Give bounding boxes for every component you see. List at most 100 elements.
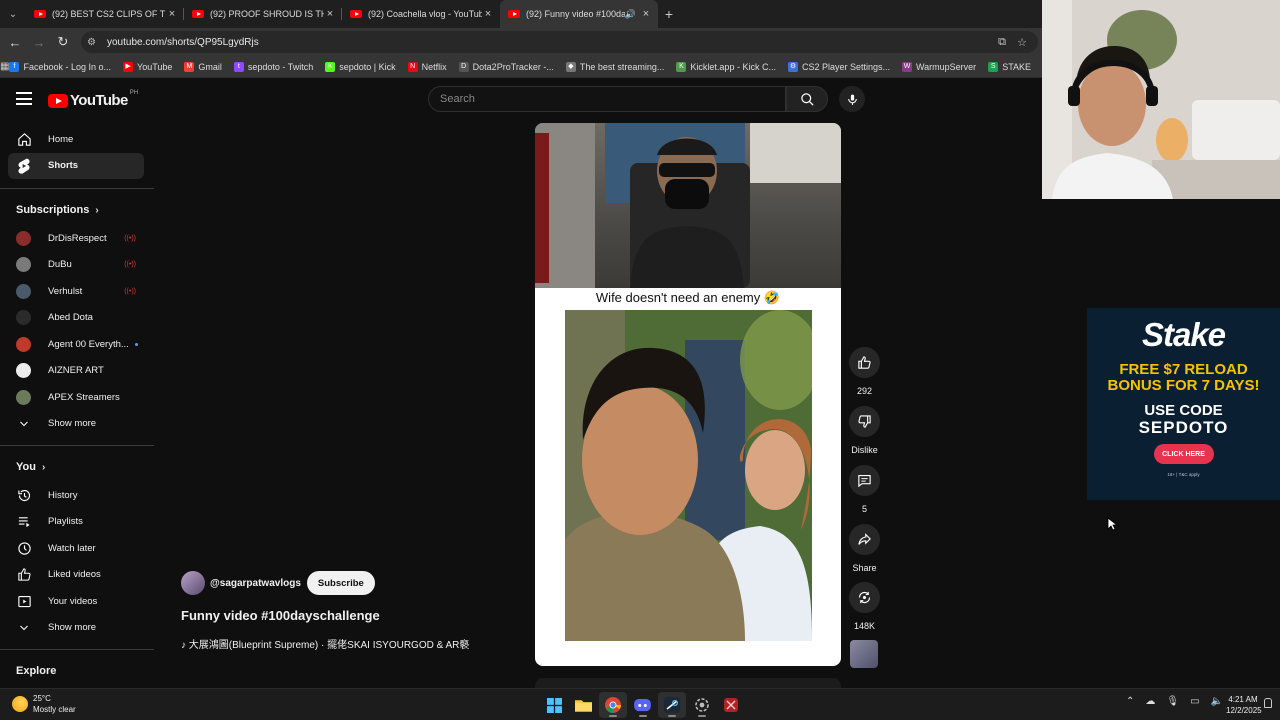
subscription-item[interactable]: Agent 00 Everyth... xyxy=(0,331,154,358)
country-code: PH xyxy=(129,89,139,96)
subscribe-label: Subscribe xyxy=(317,577,364,589)
browser-tab[interactable]: (92) BEST CS2 CLIPS OF THE WE × xyxy=(26,0,184,28)
subscribe-button[interactable]: Subscribe xyxy=(306,571,375,595)
browser-tab[interactable]: (92) Coachella vlog - YouTube × xyxy=(342,0,500,28)
close-tab-icon[interactable]: × xyxy=(324,8,336,20)
bookmark-star-icon[interactable]: ☆ xyxy=(1012,36,1032,49)
sidebar-item-liked-videos[interactable]: Liked videos xyxy=(0,562,154,589)
bookmark-item[interactable]: t sepdoto - Twitch xyxy=(233,61,314,72)
running-indicator xyxy=(638,715,647,717)
url-bar[interactable]: ⚙ youtube.com/shorts/QP95LgydRjs ⧉ ☆ xyxy=(81,31,1038,53)
sidebar-item-home[interactable]: Home xyxy=(0,126,154,153)
settings-button[interactable] xyxy=(688,692,716,718)
close-tab-icon[interactable]: × xyxy=(166,8,178,20)
close-tab-icon[interactable]: × xyxy=(482,8,494,20)
volume-icon[interactable]: 🔈 xyxy=(1211,696,1223,707)
bookmark-item[interactable]: M Gmail xyxy=(184,61,222,72)
file-explorer-button[interactable] xyxy=(570,692,598,718)
bookmark-item[interactable]: S STAKE xyxy=(988,61,1031,72)
bookmark-item[interactable]: K Kicklet.app - Kick C... xyxy=(676,61,776,72)
share-button-circle[interactable] xyxy=(849,524,880,555)
bookmark-item[interactable]: ▶ YouTube xyxy=(123,61,173,72)
bookmark-label: CS2 Player Settings... xyxy=(801,61,890,72)
comments-button-circle[interactable] xyxy=(849,465,880,496)
close-tab-icon[interactable]: × xyxy=(640,8,652,20)
bookmark-label: sepdoto - Twitch xyxy=(247,61,314,72)
subscription-item[interactable]: DrDisRespect ((•)) xyxy=(0,225,154,252)
channel-name[interactable]: @sagarpatwavlogs xyxy=(210,578,301,589)
search-button[interactable] xyxy=(786,86,828,112)
show-more-button[interactable]: Show more xyxy=(0,411,154,438)
stake-ad-banner[interactable]: Stake FREE $7 RELOAD BONUS FOR 7 DAYS! U… xyxy=(1087,308,1280,500)
menu-icon[interactable] xyxy=(16,92,32,105)
share-button[interactable]: Share xyxy=(849,524,880,573)
clock[interactable]: 4:21 AM 12/2/2025 xyxy=(1226,694,1262,716)
subscription-item[interactable]: Verhulst ((•)) xyxy=(0,278,154,305)
search-input[interactable]: Search xyxy=(428,86,786,112)
sound-link[interactable]: ♪ 大展鴻圖(Blueprint Supreme) · 擺佬SKAI ISYOU… xyxy=(181,636,469,651)
bookmark-item[interactable]: ◆ The best streaming... xyxy=(565,61,664,72)
game-launcher-button[interactable] xyxy=(717,692,745,718)
start-button[interactable] xyxy=(540,692,568,718)
dislike-button[interactable]: Dislike xyxy=(849,406,880,455)
steam-button[interactable] xyxy=(658,692,686,718)
notification-bell-icon[interactable] xyxy=(1264,698,1272,708)
show-more-button[interactable]: Show more xyxy=(0,615,154,642)
voice-search-button[interactable] xyxy=(839,86,865,112)
bookmark-item[interactable]: N Netflix xyxy=(407,61,447,72)
remix-button-circle[interactable] xyxy=(849,582,880,613)
bookmark-label: YouTube xyxy=(137,61,173,72)
video-title[interactable]: Funny video #100dayschallenge xyxy=(181,608,380,623)
channel-avatar[interactable] xyxy=(181,571,205,595)
reload-icon[interactable]: ↻ xyxy=(51,34,75,50)
tab-title: (92) BEST CS2 CLIPS OF THE WE xyxy=(52,9,166,19)
speaker-icon[interactable]: 🔊 xyxy=(625,9,636,20)
sidebar-item-history[interactable]: History xyxy=(0,482,154,509)
section-title: Explore xyxy=(16,665,57,677)
bookmark-item[interactable]: W WarmupServer xyxy=(902,61,976,72)
bookmark-item[interactable]: D Dota2ProTracker -... xyxy=(458,61,554,72)
site-info-icon[interactable]: ⚙ xyxy=(87,37,101,48)
tab-title: (92) Funny video #100days xyxy=(526,9,625,19)
subscription-item[interactable]: APEX Streamers xyxy=(0,384,154,411)
weather-condition: Mostly clear xyxy=(33,705,76,714)
weather-widget[interactable]: 25°C Mostly clear xyxy=(12,693,76,715)
tab-search-icon[interactable]: ⌄ xyxy=(0,0,26,28)
new-tab-button[interactable]: + xyxy=(658,6,680,22)
bookmark-item[interactable]: ⚙ CS2 Player Settings... xyxy=(787,61,890,72)
short-video-player[interactable]: Wife doesn't need an enemy 🤣 xyxy=(535,123,841,666)
comments-button[interactable]: 5 xyxy=(849,465,880,514)
install-app-icon[interactable]: ⧉ xyxy=(992,36,1012,49)
like-button[interactable]: 292 xyxy=(849,347,880,396)
cloud-icon[interactable]: ☁ xyxy=(1145,696,1155,707)
browser-tab-active[interactable]: (92) Funny video #100days 🔊 × xyxy=(500,0,658,28)
microphone-tray-icon[interactable]: 🎙 xyxy=(1166,696,1179,707)
browser-tab[interactable]: (92) PROOF SHROUD IS THE BE × xyxy=(184,0,342,28)
back-icon[interactable]: ← xyxy=(3,35,27,50)
like-button-circle[interactable] xyxy=(849,347,880,378)
click-here-button[interactable]: CLICK HERE xyxy=(1153,444,1214,464)
chevron-up-icon[interactable]: ⌃ xyxy=(1126,696,1134,707)
sidebar-item-watch-later[interactable]: Watch later xyxy=(0,535,154,562)
chrome-button[interactable] xyxy=(599,692,627,718)
sidebar-item-your-videos[interactable]: Your videos xyxy=(0,588,154,615)
sidebar-item-playlists[interactable]: Playlists xyxy=(0,509,154,536)
tab-title: (92) Coachella vlog - YouTube xyxy=(368,9,482,19)
subscription-item[interactable]: DuBu ((•)) xyxy=(0,252,154,279)
bookmark-item[interactable]: f Facebook - Log In o... xyxy=(9,61,111,72)
forward-icon[interactable]: → xyxy=(27,35,51,50)
subscription-item[interactable]: Abed Dota xyxy=(0,305,154,332)
apps-grid-icon[interactable]: ▦ xyxy=(0,61,9,72)
subscription-item[interactable]: AIZNER ART xyxy=(0,358,154,385)
dislike-button-circle[interactable] xyxy=(849,406,880,437)
bookmark-item[interactable]: Ksepdoto | Kick xyxy=(325,61,396,72)
display-icon[interactable]: ▭ xyxy=(1190,696,1199,707)
discord-button[interactable] xyxy=(629,692,657,718)
sidebar-item-shorts[interactable]: Shorts xyxy=(8,152,144,179)
subscriptions-heading[interactable]: Subscriptions › xyxy=(0,195,154,225)
you-heading[interactable]: You › xyxy=(0,452,154,482)
youtube-logo[interactable]: YouTube PH xyxy=(48,89,139,109)
bookmark-favicon-icon: W xyxy=(902,61,912,72)
sound-thumbnail[interactable] xyxy=(850,640,878,668)
remix-button[interactable]: 148K xyxy=(849,582,880,631)
